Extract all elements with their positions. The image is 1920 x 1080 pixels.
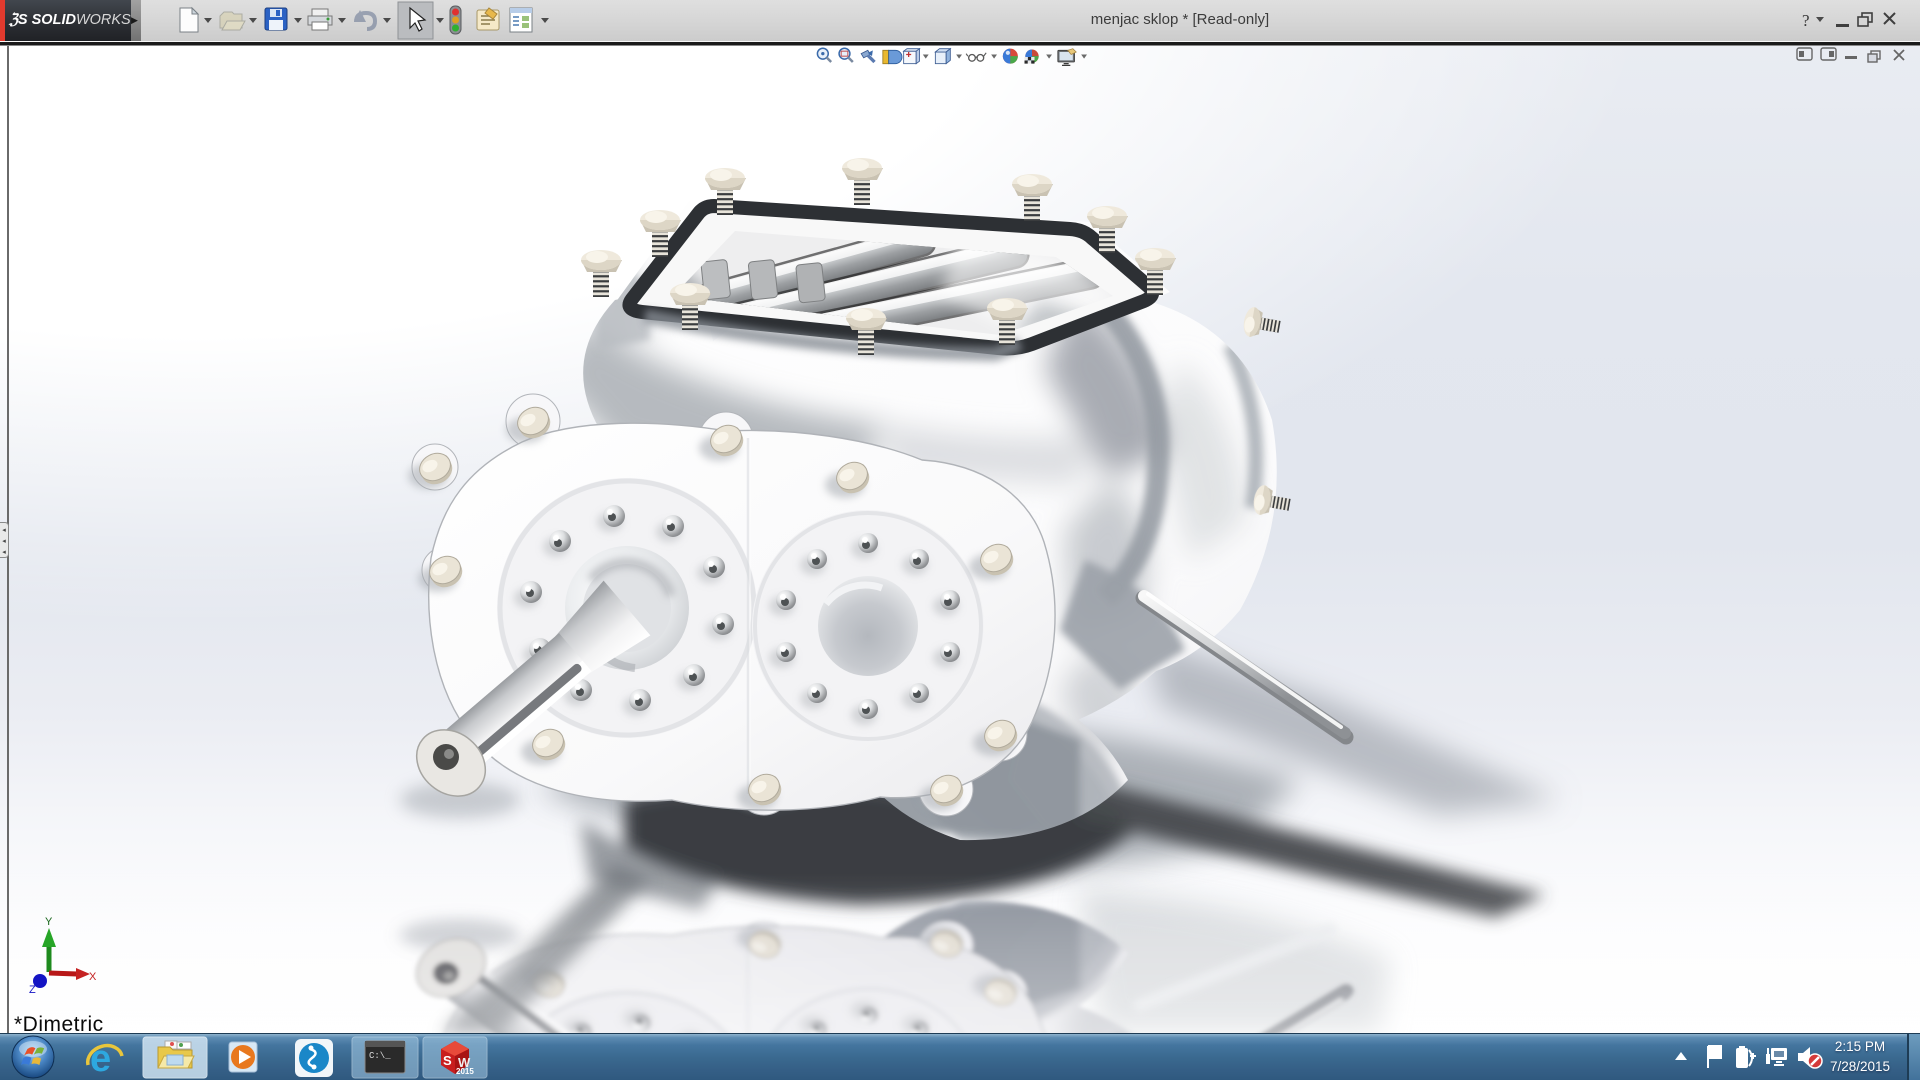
svg-text:C:\_: C:\_: [369, 1051, 391, 1061]
svg-text:Z: Z: [29, 984, 36, 996]
svg-text:2015: 2015: [456, 1067, 474, 1076]
svg-text:?: ?: [1802, 11, 1810, 30]
svg-text:Y: Y: [45, 916, 53, 928]
svg-text:S: S: [443, 1053, 452, 1068]
svg-text:X: X: [89, 971, 97, 983]
